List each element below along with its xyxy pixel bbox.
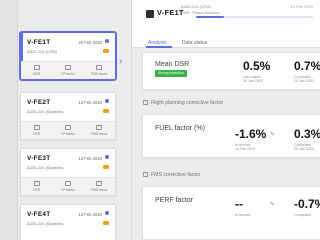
timeline-bar[interactable]: [196, 16, 313, 18]
card-date: 20 Feb 2020: [78, 40, 102, 45]
aircraft-icon: [146, 10, 154, 18]
fms-factor-action[interactable]: FMS factor: [84, 62, 115, 79]
section-fms: FMS corrective factor: [143, 172, 200, 178]
computed-value: 0.3%: [294, 127, 320, 141]
menu-icon[interactable]: [105, 211, 109, 215]
last-value: 0.5%: [243, 59, 271, 73]
date-range: 13 Feb 2020: [290, 4, 313, 9]
last-value-caption: Last values 20 Jan 2020: [243, 75, 263, 83]
card-date: 13 Feb 2020: [78, 156, 102, 161]
warning-icon: [103, 109, 109, 113]
registration: V-FE3T: [27, 155, 51, 162]
left-gutter: [0, 0, 18, 240]
edit-icon[interactable]: ✎: [270, 131, 275, 138]
fp-icon: [64, 65, 71, 70]
fms-vendor: FMS: Thales Avionics: [181, 10, 220, 15]
warning-icon: [103, 49, 109, 53]
perf-factor-card: PERF factor -- ✎ In service -0.7% Comput…: [142, 186, 320, 240]
registration: V-FE2T: [27, 99, 51, 106]
fms-icon: [143, 172, 148, 177]
detail-panel: V-FE1T A320-214 (CFM) FMS: Thales Avioni…: [131, 0, 320, 240]
aircraft-type: A320-214 (Sharklets: [27, 109, 64, 114]
aircraft-card[interactable]: V-FE1T 20 Feb 2020 A320-214 (CFM) DSR FP…: [20, 32, 116, 80]
warning-icon: [103, 165, 109, 169]
fp-factor-action[interactable]: FP factor: [52, 178, 83, 195]
in-service-value: -1.6%: [235, 127, 267, 141]
aircraft-type: A320-214 (Sharklets: [27, 165, 64, 170]
aircraft-type: A320-214 (Sharklets: [27, 221, 64, 226]
fp-factor-action[interactable]: FP factor: [52, 62, 83, 79]
dsr-icon: [33, 181, 40, 186]
fms-icon: [96, 125, 103, 130]
dsr-action[interactable]: DSR: [21, 178, 52, 195]
card-date: 13 Feb 2020: [78, 100, 102, 105]
mean-dsr-card: Mean DSR Strong evolution 0.5% Last valu…: [142, 52, 320, 90]
metric-label: PERF factor: [155, 197, 194, 204]
aircraft-card[interactable]: V-FE2T 13 Feb 2020 A320-214 (Sharklets D…: [20, 92, 116, 140]
in-service-caption: In service: [235, 213, 251, 217]
menu-icon[interactable]: [105, 155, 109, 159]
metric-label: FUEL factor (%): [155, 125, 205, 132]
warning-icon: [103, 221, 109, 225]
aircraft-card[interactable]: V-FE4T 13 Feb 2020 A320-214 (Sharklets: [20, 204, 116, 240]
dsr-action[interactable]: DSR: [21, 122, 52, 139]
fms-factor-action[interactable]: FMS factor: [84, 122, 115, 139]
tab-data-status[interactable]: Data status: [182, 40, 207, 46]
aircraft-type: A320-214 (CFM): [27, 49, 57, 54]
fp-factor-action[interactable]: FP factor: [52, 122, 83, 139]
fms-factor-action[interactable]: FMS factor: [84, 178, 115, 195]
dsr-icon: [33, 65, 40, 70]
section-flight-planning: Flight planning corrective factor: [143, 100, 223, 106]
status-badge: Strong evolution: [155, 70, 187, 77]
computed-caption: Computed 20 Jan 2020: [294, 143, 314, 151]
metric-label: Mean DSR: [155, 61, 190, 68]
aircraft-card[interactable]: V-FE3T 13 Feb 2020 A320-214 (Sharklets D…: [20, 148, 116, 196]
registration: V-FE1T: [27, 39, 51, 46]
menu-icon[interactable]: [105, 39, 109, 43]
in-service-value: --: [235, 197, 243, 211]
fuel-factor-card: FUEL factor (%) -1.6% ✎ In service 14 Fe…: [142, 114, 320, 158]
dsr-icon: [33, 125, 40, 130]
edit-icon[interactable]: ✎: [270, 201, 275, 208]
flight-plan-icon: [143, 100, 148, 105]
aircraft-type: A320-214 (CFM): [181, 4, 211, 9]
computed-value: -0.7%: [294, 197, 320, 211]
card-date: 13 Feb 2020: [78, 212, 102, 217]
aircraft-list: V-FE1T 20 Feb 2020 A320-214 (CFM) DSR FP…: [20, 0, 116, 240]
computed-caption: Computed: [294, 213, 311, 217]
dsr-action[interactable]: DSR: [21, 62, 52, 79]
fp-icon: [64, 181, 71, 186]
fms-icon: [96, 181, 103, 186]
active-tab-indicator: [146, 46, 172, 48]
panel-title: V-FE1T: [157, 8, 184, 17]
panel-header: V-FE1T A320-214 (CFM) FMS: Thales Avioni…: [132, 0, 320, 48]
computed-caption: Computed 20 Jan 2020: [294, 75, 314, 83]
fp-icon: [64, 125, 71, 130]
menu-icon[interactable]: [105, 99, 109, 103]
fms-icon: [96, 65, 103, 70]
in-service-caption: In service 14 Feb 2020: [235, 143, 256, 151]
chevron-right-icon: ›: [119, 56, 123, 67]
registration: V-FE4T: [27, 211, 51, 218]
computed-value: 0.7%: [294, 59, 320, 73]
